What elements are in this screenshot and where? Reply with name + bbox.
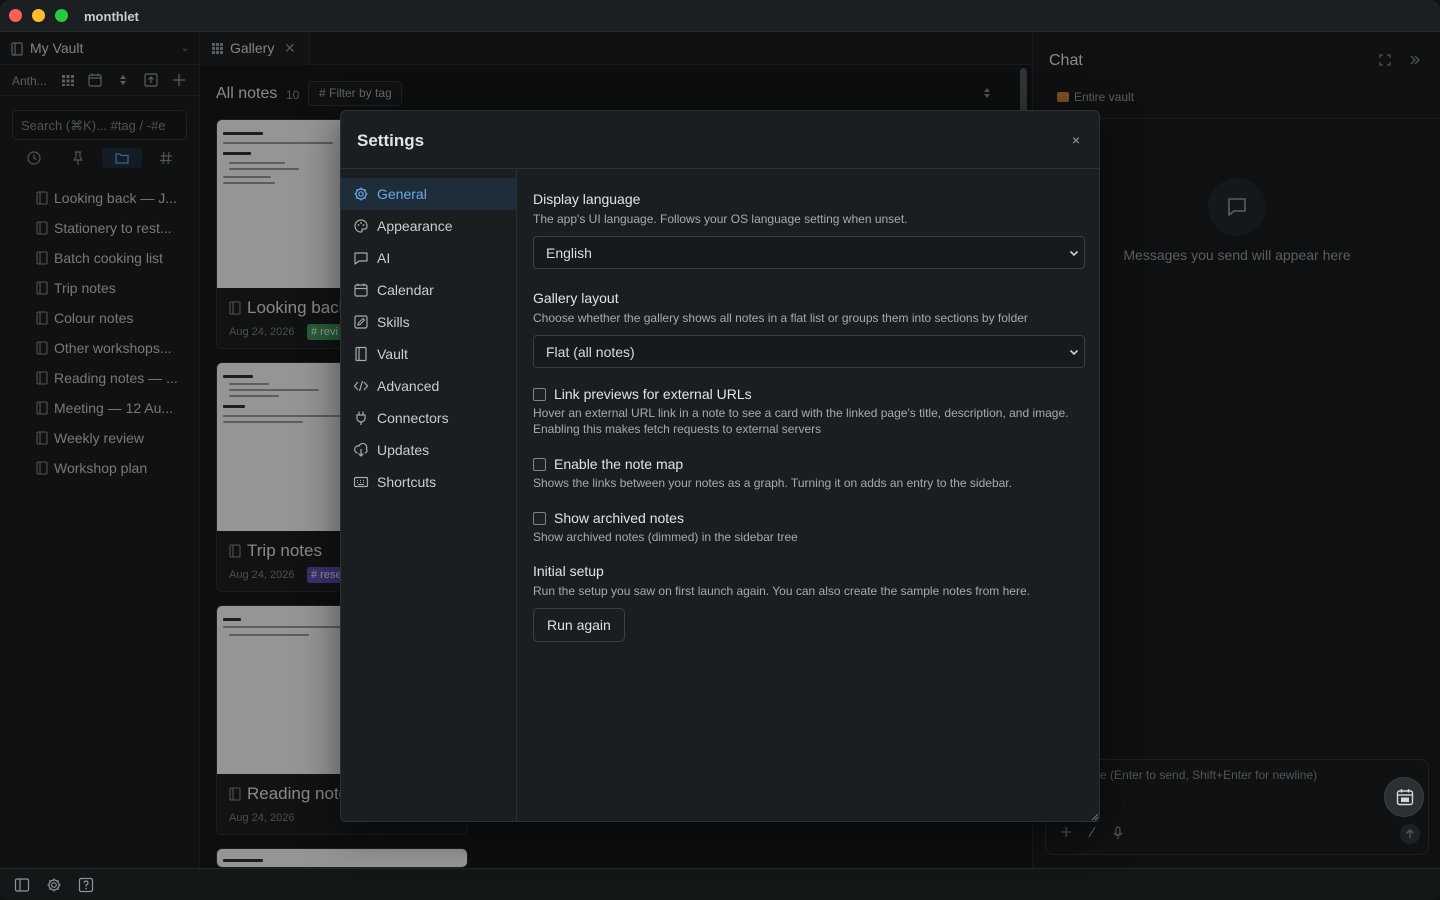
- title-bar: monthlet: [0, 0, 1440, 32]
- settings-nav-shortcuts[interactable]: Shortcuts: [341, 466, 517, 498]
- calendar-fab-button[interactable]: [1384, 777, 1424, 817]
- settings-nav-calendar[interactable]: Calendar: [341, 274, 517, 306]
- settings-nav-updates[interactable]: Updates: [341, 434, 517, 466]
- note-map-checkbox[interactable]: [533, 458, 546, 471]
- settings-nav-advanced[interactable]: Advanced: [341, 370, 517, 402]
- minimize-window-button[interactable]: [32, 9, 45, 22]
- plug-icon: [356, 411, 366, 425]
- settings-dialog: Settings × General Appearance AI Calenda…: [340, 110, 1100, 822]
- run-again-button[interactable]: Run again: [533, 608, 625, 642]
- link-previews-desc: Hover an external URL link in a note to …: [533, 406, 1069, 436]
- note-map-desc: Shows the links between your notes as a …: [533, 476, 1012, 490]
- settings-nav-skills[interactable]: Skills: [341, 306, 517, 338]
- link-previews-toggle[interactable]: Link previews for external URLs: [533, 385, 1085, 405]
- resize-handle-icon[interactable]: [1089, 811, 1099, 821]
- settings-nav-appearance[interactable]: Appearance: [341, 210, 517, 242]
- code-icon: [353, 380, 369, 392]
- settings-nav-ai[interactable]: AI: [341, 242, 517, 274]
- gear-icon: [354, 187, 368, 201]
- app-window: monthlet My Vault ⌄ Anth... Looking back…: [0, 0, 1440, 900]
- gallery-layout-select[interactable]: Flat (all notes): [533, 335, 1085, 368]
- gear-icon[interactable]: [46, 877, 62, 893]
- notebook-icon: [355, 346, 367, 362]
- note-map-toggle[interactable]: Enable the note map: [533, 455, 1085, 475]
- archived-notes-toggle[interactable]: Show archived notes: [533, 509, 1085, 529]
- archived-notes-checkbox[interactable]: [533, 512, 546, 525]
- keyboard-icon: [353, 476, 369, 488]
- toggle-sidebar-icon[interactable]: [14, 877, 30, 893]
- pencil-square-icon: [354, 315, 368, 329]
- initial-setup-title: Initial setup: [533, 563, 604, 579]
- settings-general-panel: Display language The app's UI language. …: [533, 170, 1085, 810]
- settings-nav-connectors[interactable]: Connectors: [341, 402, 517, 434]
- archived-notes-desc: Show archived notes (dimmed) in the side…: [533, 530, 798, 544]
- zoom-window-button[interactable]: [55, 9, 68, 22]
- download-icon: [354, 442, 368, 457]
- help-icon[interactable]: [78, 877, 94, 893]
- display-language-title: Display language: [533, 191, 641, 207]
- chevron-down-icon: [1069, 349, 1079, 356]
- close-icon[interactable]: ×: [1068, 132, 1084, 148]
- app-title: monthlet: [84, 9, 139, 24]
- link-previews-checkbox[interactable]: [533, 388, 546, 401]
- settings-nav: General Appearance AI Calendar Skills Va…: [341, 170, 517, 821]
- settings-nav-vault[interactable]: Vault: [341, 338, 517, 370]
- display-language-select[interactable]: English: [533, 236, 1085, 269]
- chevron-down-icon: [1069, 250, 1079, 257]
- settings-title: Settings: [357, 131, 425, 150]
- chat-bubble-icon: [354, 252, 368, 265]
- settings-nav-general[interactable]: General: [341, 178, 517, 210]
- bottom-bar: [0, 868, 1440, 900]
- calendar-icon: [1396, 789, 1414, 806]
- gallery-layout-title: Gallery layout: [533, 290, 619, 306]
- palette-icon: [354, 219, 368, 233]
- close-window-button[interactable]: [9, 9, 22, 22]
- display-language-desc: The app's UI language. Follows your OS l…: [533, 212, 908, 226]
- initial-setup-desc: Run the setup you saw on first launch ag…: [533, 584, 1030, 598]
- settings-header: Settings ×: [341, 111, 1099, 169]
- calendar-icon: [354, 283, 368, 297]
- gallery-layout-desc: Choose whether the gallery shows all not…: [533, 311, 1028, 325]
